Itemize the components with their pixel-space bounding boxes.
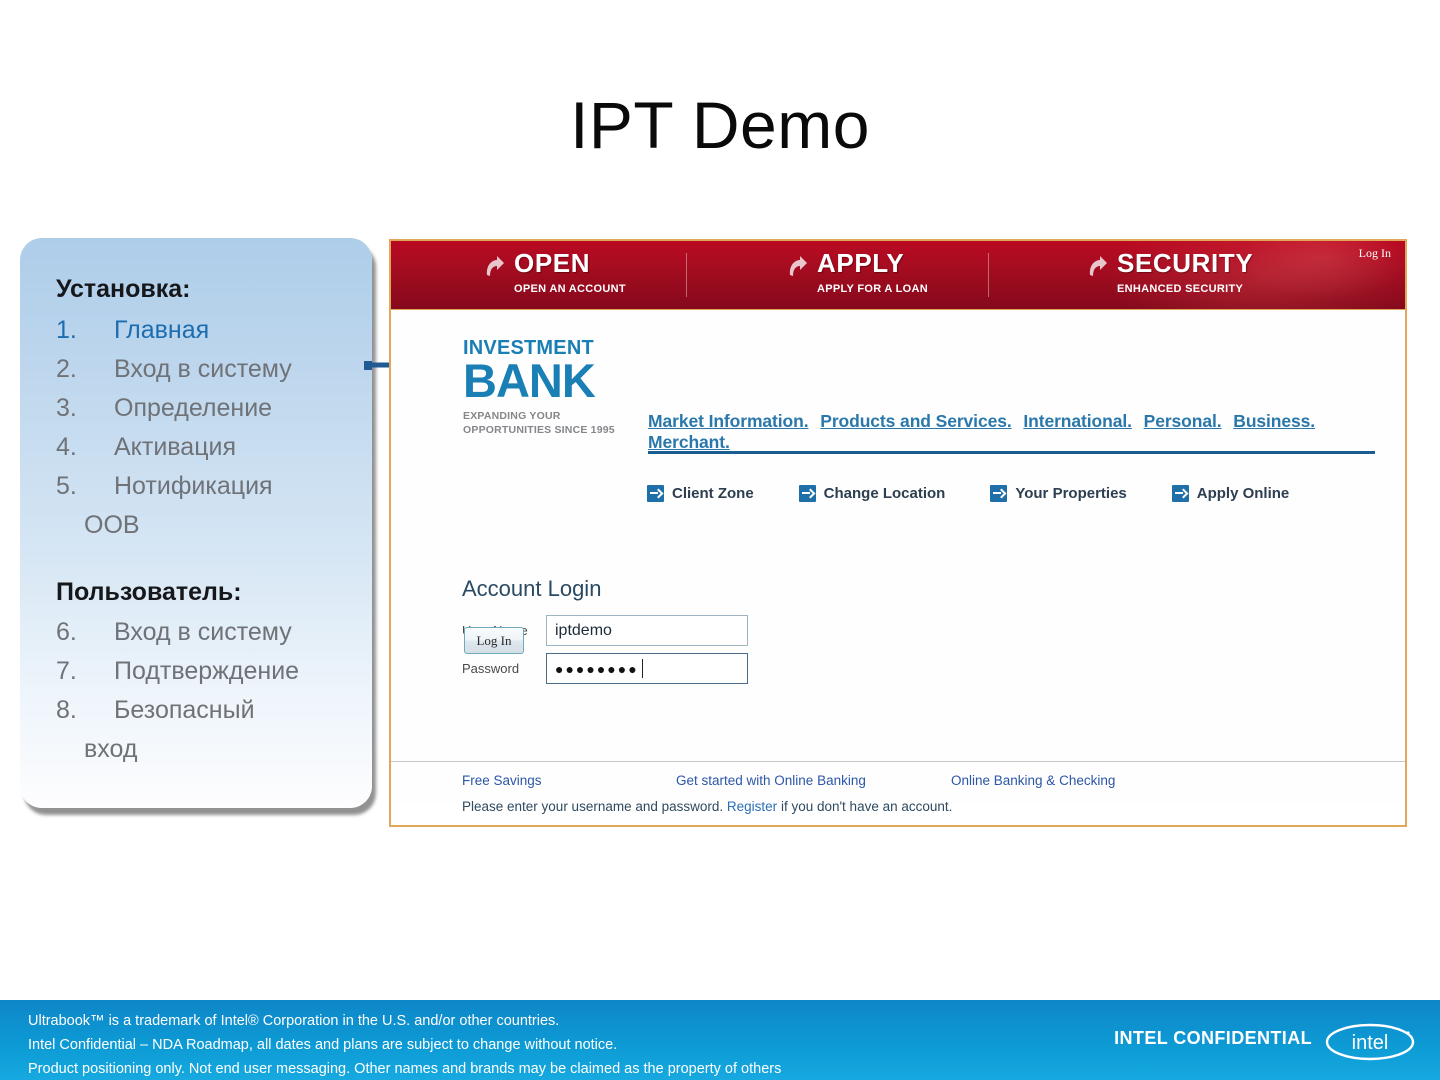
headline-links: Market Information. Products and Service… — [648, 411, 1378, 453]
list-item-number: 6. — [56, 618, 77, 646]
list-item-number: 4. — [56, 432, 77, 461]
username-input[interactable]: iptdemo — [546, 615, 748, 646]
setup-heading: Установка: — [56, 275, 191, 303]
hero-subtitle: APPLY FOR A LOAN — [817, 283, 928, 296]
nav-item-label: Apply Online — [1196, 485, 1290, 502]
hero-item-open[interactable]: OPEN OPEN AN ACCOUNT — [483, 248, 626, 296]
headline-link-products[interactable]: Products and Services. — [820, 411, 1011, 431]
list-item-label: Подтверждение — [114, 657, 300, 685]
logo-line-bank: BANK — [463, 354, 596, 407]
footer-link-get-started[interactable]: Get started with Online Banking — [676, 773, 866, 788]
list-item-number: 5. — [56, 471, 77, 500]
bank-page-body: INVESTMENT BANK EXPANDING YOUR OPPORTUNI… — [391, 310, 1405, 814]
intel-logo: intel — [1325, 1023, 1415, 1061]
legal-line-1: Ultrabook™ is a trademark of Intel® Corp… — [28, 1013, 560, 1029]
setup-list: 1. Главная 2. Вход в систему 3. Определе… — [56, 311, 354, 545]
list-item: 6. Вход в систему — [56, 613, 354, 652]
bank-website-frame: OPEN OPEN AN ACCOUNT APPLY APPLY FOR A L… — [389, 239, 1407, 827]
hero-subtitle: ENHANCED SECURITY — [1117, 283, 1244, 296]
password-masked-value: ●●●●●●●● — [555, 660, 639, 677]
log-in-button[interactable]: Log In — [464, 627, 524, 654]
user-continuation: вход — [84, 735, 138, 763]
list-item-label: Определение — [114, 393, 273, 422]
list-item: 8. Безопасный — [56, 691, 354, 730]
password-row: Password ●●●●●●●● — [462, 653, 748, 684]
user-heading: Пользователь: — [56, 577, 242, 606]
headline-link-market[interactable]: Market Information. — [648, 411, 809, 431]
secondary-nav: Client Zone Change Location Your Propert… — [647, 485, 1334, 502]
headline-link-international[interactable]: International. — [1023, 411, 1132, 431]
list-item-number: 8. — [56, 696, 77, 724]
nav-item-label: Your Properties — [1015, 485, 1127, 502]
hero-title: SECURITY — [1117, 248, 1254, 278]
footer-link-online-banking-checking[interactable]: Online Banking & Checking — [951, 773, 1115, 788]
logo-tagline-line1: EXPANDING YOUR — [463, 409, 561, 422]
bank-logo: INVESTMENT BANK EXPANDING YOUR OPPORTUNI… — [463, 338, 628, 437]
hero-title: OPEN — [514, 248, 591, 278]
arrow-right-box-icon — [798, 485, 816, 502]
account-login-heading: Account Login — [462, 576, 602, 601]
confidential-label: INTEL CONFIDENTIAL — [1114, 1028, 1312, 1048]
page-title: IPT Demo — [570, 88, 870, 162]
legal-text: Ultrabook™ is a trademark of Intel® Corp… — [28, 1010, 781, 1080]
list-item-number: 2. — [56, 354, 77, 383]
list-item: 5. Нотификация — [56, 467, 354, 506]
list-item-label: Вход в систему — [114, 618, 292, 646]
hero-title: APPLY — [817, 248, 905, 278]
nav-item-label: Change Location — [823, 485, 946, 502]
list-item-number: 3. — [56, 393, 77, 422]
curved-arrow-icon — [789, 256, 807, 276]
list-item-label: Активация — [114, 432, 237, 461]
list-item: 7. Подтверждение — [56, 652, 354, 691]
slide-canvas: IPT Demo Установка: 1. Главная 2. Вход в… — [0, 0, 1440, 1080]
list-item: 4. Активация — [56, 428, 354, 467]
list-item: 1. Главная — [56, 311, 354, 350]
nav-item-label: Client Zone — [672, 485, 754, 502]
user-list: 6. Вход в систему 7. Подтверждение 8. Бе… — [56, 613, 354, 769]
list-item-label: Нотификация — [114, 471, 273, 500]
divider — [648, 451, 1375, 454]
list-item: 2. Вход в систему — [56, 350, 354, 389]
password-label: Password — [462, 661, 520, 676]
headline-link-business[interactable]: Business. — [1233, 411, 1315, 431]
hero-item-apply[interactable]: APPLY APPLY FOR A LOAN — [786, 248, 928, 296]
headline-link-merchant[interactable]: Merchant. — [648, 432, 730, 452]
legal-line-2: Intel Confidential – NDA Roadmap, all da… — [28, 1036, 618, 1053]
hero-item-security[interactable]: SECURITY ENHANCED SECURITY — [1086, 248, 1254, 296]
list-item-number: 7. — [56, 657, 77, 685]
curved-arrow-icon — [486, 256, 504, 276]
list-item-number: 1. — [56, 315, 77, 344]
svg-text:intel: intel — [1352, 1032, 1389, 1054]
page-footer: Free Savings Get started with Online Ban… — [391, 762, 1405, 803]
setup-continuation: ООВ — [84, 510, 140, 539]
nav-item-change-location[interactable]: Change Location — [798, 485, 946, 502]
text-caret — [641, 659, 643, 678]
list-item-label: Вход в систему — [114, 354, 292, 383]
hero-banner: OPEN OPEN AN ACCOUNT APPLY APPLY FOR A L… — [391, 241, 1405, 310]
legal-line-3: Product positioning only. Not end user m… — [28, 1060, 782, 1077]
log-in-link[interactable]: Log In — [1359, 246, 1391, 261]
password-input[interactable]: ●●●●●●●● — [546, 653, 748, 684]
nav-item-your-properties[interactable]: Your Properties — [990, 485, 1127, 502]
logo-tagline-line2: OPPORTUNITIES SINCE 1995 — [463, 423, 615, 436]
curved-arrow-icon — [1089, 256, 1107, 276]
nav-item-client-zone[interactable]: Client Zone — [647, 485, 754, 502]
hero-subtitle: OPEN AN ACCOUNT — [514, 283, 626, 296]
list-item: 3. Определение — [56, 389, 354, 428]
divider — [988, 253, 989, 297]
steps-callout-panel: Установка: 1. Главная 2. Вход в систему … — [20, 238, 372, 808]
divider — [686, 253, 687, 297]
footer-link-free-savings[interactable]: Free Savings — [462, 773, 542, 788]
arrow-right-box-icon — [990, 485, 1008, 502]
list-item-label: Главная — [114, 315, 210, 344]
arrow-right-box-icon — [647, 485, 664, 502]
intel-footer-bar: Ultrabook™ is a trademark of Intel® Corp… — [0, 1000, 1440, 1080]
nav-item-apply-online[interactable]: Apply Online — [1171, 485, 1290, 502]
list-item-label: Безопасный — [114, 696, 255, 724]
headline-link-personal[interactable]: Personal. — [1144, 411, 1222, 431]
arrow-right-box-icon — [1171, 485, 1189, 502]
